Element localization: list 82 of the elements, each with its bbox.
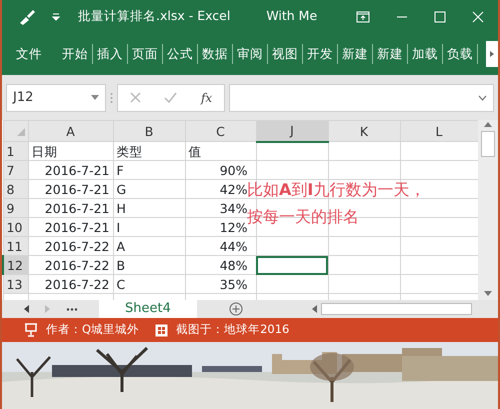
table-cell: 2016-7-21 [28,198,113,218]
ribbon-tab[interactable]: 负载 [443,44,478,64]
table-cell: F [113,160,185,180]
row-header[interactable]: 13 [3,274,28,294]
scroll-thumb[interactable] [321,303,472,315]
table-cell: B [113,256,185,274]
selected-cell[interactable] [256,256,328,274]
corner-triangle-icon [16,128,24,136]
horizontal-scrollbar[interactable] [312,302,472,316]
column-header[interactable]: J [256,120,328,142]
insert-function-button[interactable]: fx [200,88,212,106]
ribbon-tab[interactable]: 页面 [128,44,163,64]
table-cell: C [113,274,185,294]
table-cell: 2016-7-22 [28,256,113,274]
ribbon-display-icon[interactable] [356,10,370,22]
column-header[interactable]: B [113,120,185,142]
ribbon-tab[interactable]: 数据 [198,44,233,64]
brush-icon[interactable] [18,8,36,24]
grip-icon [110,92,113,104]
row-header[interactable]: 8 [3,180,28,198]
annotation-text: 比如A到I九行数为一天， [247,179,426,201]
column-header[interactable]: L [400,120,478,142]
table-cell: 44% [185,236,256,256]
row-header[interactable]: 7 [3,160,28,180]
row-header[interactable]: 11 [3,236,28,256]
table-cell: 2016-7-21 [28,180,113,198]
table-cell: A [113,236,185,256]
expand-icon[interactable] [478,94,487,100]
ribbon-tab[interactable]: 开发 [303,44,338,64]
add-sheet-icon[interactable] [228,302,243,316]
previous-sheet-icon[interactable] [24,305,29,313]
more-sheets-icon[interactable] [66,308,78,310]
scroll-right-button[interactable] [486,41,498,67]
column-header[interactable]: C [185,120,256,142]
row-header[interactable]: 10 [3,218,28,236]
scroll-up-icon[interactable] [484,122,492,127]
table-cell: 值 [185,142,256,160]
ribbon-tab[interactable]: 插入 [93,44,128,64]
column-header[interactable]: A [28,120,113,142]
scroll-left-icon[interactable] [312,305,317,313]
name-box[interactable]: J12 [6,84,106,112]
ribbon-tab[interactable]: 开始 [58,44,93,64]
ribbon-tab[interactable]: 公式 [163,44,198,64]
caret-icon [490,51,494,57]
table-cell: 2016-7-21 [28,218,113,236]
check-icon[interactable] [164,92,178,103]
maximize-icon[interactable] [434,10,446,22]
window-title: 批量计算排名.xlsx - Excel [78,7,230,26]
table-cell: 2016-7-22 [28,236,113,256]
table-cell: G [113,180,185,198]
close-icon[interactable] [472,10,484,22]
table-cell: 类型 [113,142,185,160]
table-cell: 2016-7-21 [28,160,113,180]
dropdown-icon[interactable] [91,95,99,100]
formula-input[interactable] [229,84,494,112]
scroll-down-icon[interactable] [484,291,492,296]
sheet-tab[interactable]: Sheet4 [99,300,197,318]
table-cell: 2016-7-22 [28,274,113,294]
row-header[interactable]: 12 [3,256,28,274]
column-header[interactable]: K [328,120,400,142]
ribbon-tab[interactable]: 文件 [12,44,46,64]
row-header[interactable]: 9 [3,198,28,218]
author-text: 作者：Q城里城外 [46,321,140,338]
name-box-value: J12 [13,88,34,107]
vertical-scrollbar[interactable] [478,120,498,300]
table-cell: H [113,198,185,218]
ribbon-tab[interactable]: 加载 [408,44,443,64]
ribbon-tab[interactable]: 新建 [338,44,373,64]
ribbon-tab[interactable]: 新建 [373,44,408,64]
capture-icon [155,324,168,336]
dropdown-icon[interactable] [52,12,60,20]
presentation-icon [24,323,38,337]
capture-text: 截图于：地球年2016 [176,321,290,338]
row-header[interactable]: 1 [3,142,28,160]
table-cell: I [113,218,185,236]
table-cell: 90% [185,160,256,180]
table-cell: 35% [185,274,256,294]
account-name[interactable]: With Me [266,7,318,26]
table-cell: 日期 [28,142,113,160]
ribbon-tab[interactable]: 视图 [268,44,303,64]
ribbon-tab[interactable]: 审阅 [233,44,268,64]
scroll-thumb[interactable] [481,131,495,157]
